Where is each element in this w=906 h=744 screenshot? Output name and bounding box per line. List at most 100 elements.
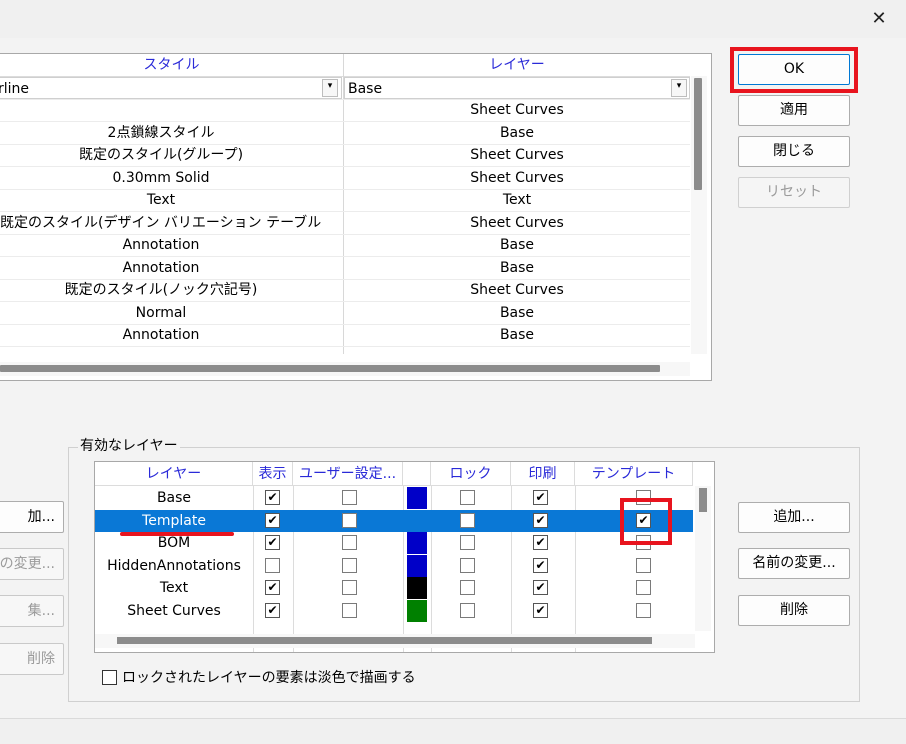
layer-row[interactable]: HiddenAnnotations ✔ [95, 554, 693, 578]
layer-cell: Base [499, 259, 535, 276]
lock-dim-checkbox[interactable] [102, 670, 117, 685]
vertical-scroll-thumb[interactable] [694, 78, 702, 190]
layer-dropdown-icon[interactable]: ▾ [671, 79, 687, 97]
user-checkbox[interactable] [342, 490, 357, 505]
layer-color-swatch[interactable] [407, 487, 427, 509]
user-checkbox[interactable] [342, 580, 357, 595]
style-dropdown-icon[interactable]: ▾ [322, 79, 338, 97]
reset-button[interactable]: リセット [738, 177, 850, 208]
layer-color-swatch[interactable] [407, 554, 427, 577]
style-row[interactable]: 2点鎖線スタイル Base [0, 122, 690, 145]
show-checkbox[interactable] [265, 557, 280, 573]
layer-name: Template [142, 512, 206, 529]
layer-name: Text [159, 580, 189, 596]
style-row[interactable]: 0.30mm Solid Sheet Curves [0, 167, 690, 190]
layer-combo[interactable]: Base [344, 77, 690, 99]
style-row[interactable]: 既定のスタイル(ノック穴記号) Sheet Curves [0, 279, 690, 302]
apply-button[interactable]: 適用 [738, 95, 850, 126]
template-checkbox[interactable] [636, 557, 651, 573]
lock-header[interactable]: ロック [431, 462, 511, 486]
color-header[interactable] [403, 462, 431, 486]
style-cell [0, 99, 322, 121]
style-column-header[interactable]: スタイル [0, 54, 343, 77]
style-cell: Annotation [122, 327, 200, 343]
lock-checkbox[interactable] [460, 535, 475, 550]
layer-name-header[interactable]: レイヤー [95, 462, 253, 486]
show-checkbox[interactable]: ✔ [265, 490, 280, 505]
layer-cell: Base [499, 124, 535, 141]
delete-layer-button[interactable]: 削除 [738, 595, 850, 626]
style-row[interactable]: Annotation Base [0, 234, 690, 257]
left-delete-button[interactable]: 削除 [0, 643, 64, 675]
layers-grid: レイヤー 表示 ユーザー設定... ロック 印刷 テンプレート Base ✔ ✔ Te… [94, 461, 715, 653]
style-cell: 既定のスタイル(グループ) [78, 147, 244, 163]
layer-cell: Text [502, 192, 532, 208]
lock-checkbox[interactable] [460, 602, 475, 618]
template-checkbox[interactable] [636, 580, 651, 595]
style-row[interactable]: Text Text [0, 189, 690, 212]
lock-checkbox[interactable] [460, 490, 475, 505]
print-checkbox[interactable]: ✔ [533, 580, 548, 595]
show-checkbox[interactable]: ✔ [265, 535, 280, 550]
show-checkbox[interactable]: ✔ [265, 580, 280, 595]
style-row[interactable]: Normal Base [0, 302, 690, 325]
layer-cell: Base [499, 237, 535, 253]
left-rename-button[interactable]: の変更... [0, 548, 64, 580]
print-checkbox[interactable]: ✔ [533, 512, 548, 528]
edit-row: rline ▾ Base ▾ [0, 77, 690, 100]
lock-checkbox[interactable] [460, 557, 475, 573]
left-edit-button[interactable]: 集... [0, 595, 64, 627]
layer-row[interactable]: Base ✔ ✔ [95, 487, 693, 510]
layer-color-swatch[interactable] [407, 532, 427, 554]
style-cell: Annotation [122, 237, 200, 253]
layer-cell: Sheet Curves [470, 102, 564, 118]
style-row[interactable]: 既定のスタイル(デザイン バリエーション テーブル) Sheet Curves [0, 212, 690, 235]
print-checkbox[interactable]: ✔ [533, 490, 548, 505]
ok-highlight-box [730, 47, 858, 93]
layer-row[interactable]: Template ✔ ✔ ✔ [95, 509, 693, 532]
user-checkbox[interactable] [342, 557, 357, 573]
layer-color-swatch[interactable] [407, 577, 427, 599]
style-row[interactable]: 既定のスタイル(グループ) Sheet Curves [0, 144, 690, 167]
lock-checkbox[interactable] [460, 580, 475, 595]
layer-row[interactable]: Sheet Curves ✔ ✔ [95, 599, 693, 623]
style-cell: Text [146, 192, 176, 208]
lock-dim-label: ロックされたレイヤーの要素は淡色で描画する [122, 670, 416, 686]
layer-column-header[interactable]: レイヤー [344, 54, 690, 77]
print-checkbox[interactable]: ✔ [533, 602, 548, 618]
lock-checkbox[interactable] [460, 512, 475, 528]
left-add-button[interactable]: 加... [0, 501, 64, 533]
layer-color-swatch[interactable] [407, 599, 427, 622]
style-row[interactable]: Annotation Base [0, 324, 690, 347]
user-setting-header[interactable]: ユーザー設定... [293, 462, 403, 486]
layers-vertical-scroll-thumb[interactable] [699, 488, 707, 512]
template-header[interactable]: テンプレート [575, 462, 693, 486]
style-combo-value: rline [0, 81, 30, 97]
style-layer-grid: スタイル レイヤー rline ▾ Base ▾ Sheet Curves 2点鎖… [0, 53, 712, 381]
layer-cell: Sheet Curves [470, 214, 564, 231]
show-checkbox[interactable]: ✔ [265, 512, 280, 528]
style-row[interactable]: Sheet Curves [0, 99, 690, 122]
print-checkbox[interactable]: ✔ [533, 557, 548, 573]
print-header[interactable]: 印刷 [511, 462, 575, 486]
close-button[interactable]: 閉じる [738, 136, 850, 167]
user-checkbox[interactable] [342, 512, 357, 528]
show-checkbox[interactable]: ✔ [265, 602, 280, 618]
horizontal-scroll-thumb[interactable] [0, 365, 660, 372]
style-row[interactable]: Annotation Base [0, 257, 690, 280]
layer-name: Base [156, 490, 192, 506]
layer-combo-value: Base [348, 81, 383, 97]
rename-layer-button[interactable]: 名前の変更... [738, 548, 850, 579]
close-icon[interactable]: ✕ [866, 6, 892, 32]
template-checkbox[interactable] [636, 602, 651, 618]
style-combo[interactable]: rline [0, 77, 342, 99]
print-checkbox[interactable]: ✔ [533, 535, 548, 550]
show-header[interactable]: 表示 [253, 462, 293, 486]
layers-horizontal-scroll-thumb[interactable] [117, 637, 652, 644]
layer-color-swatch[interactable] [407, 509, 427, 532]
layer-row[interactable]: Text ✔ ✔ [95, 577, 693, 600]
user-checkbox[interactable] [342, 535, 357, 550]
style-cell: 0.30mm Solid [112, 169, 210, 186]
add-layer-button[interactable]: 追加... [738, 502, 850, 533]
user-checkbox[interactable] [342, 602, 357, 618]
